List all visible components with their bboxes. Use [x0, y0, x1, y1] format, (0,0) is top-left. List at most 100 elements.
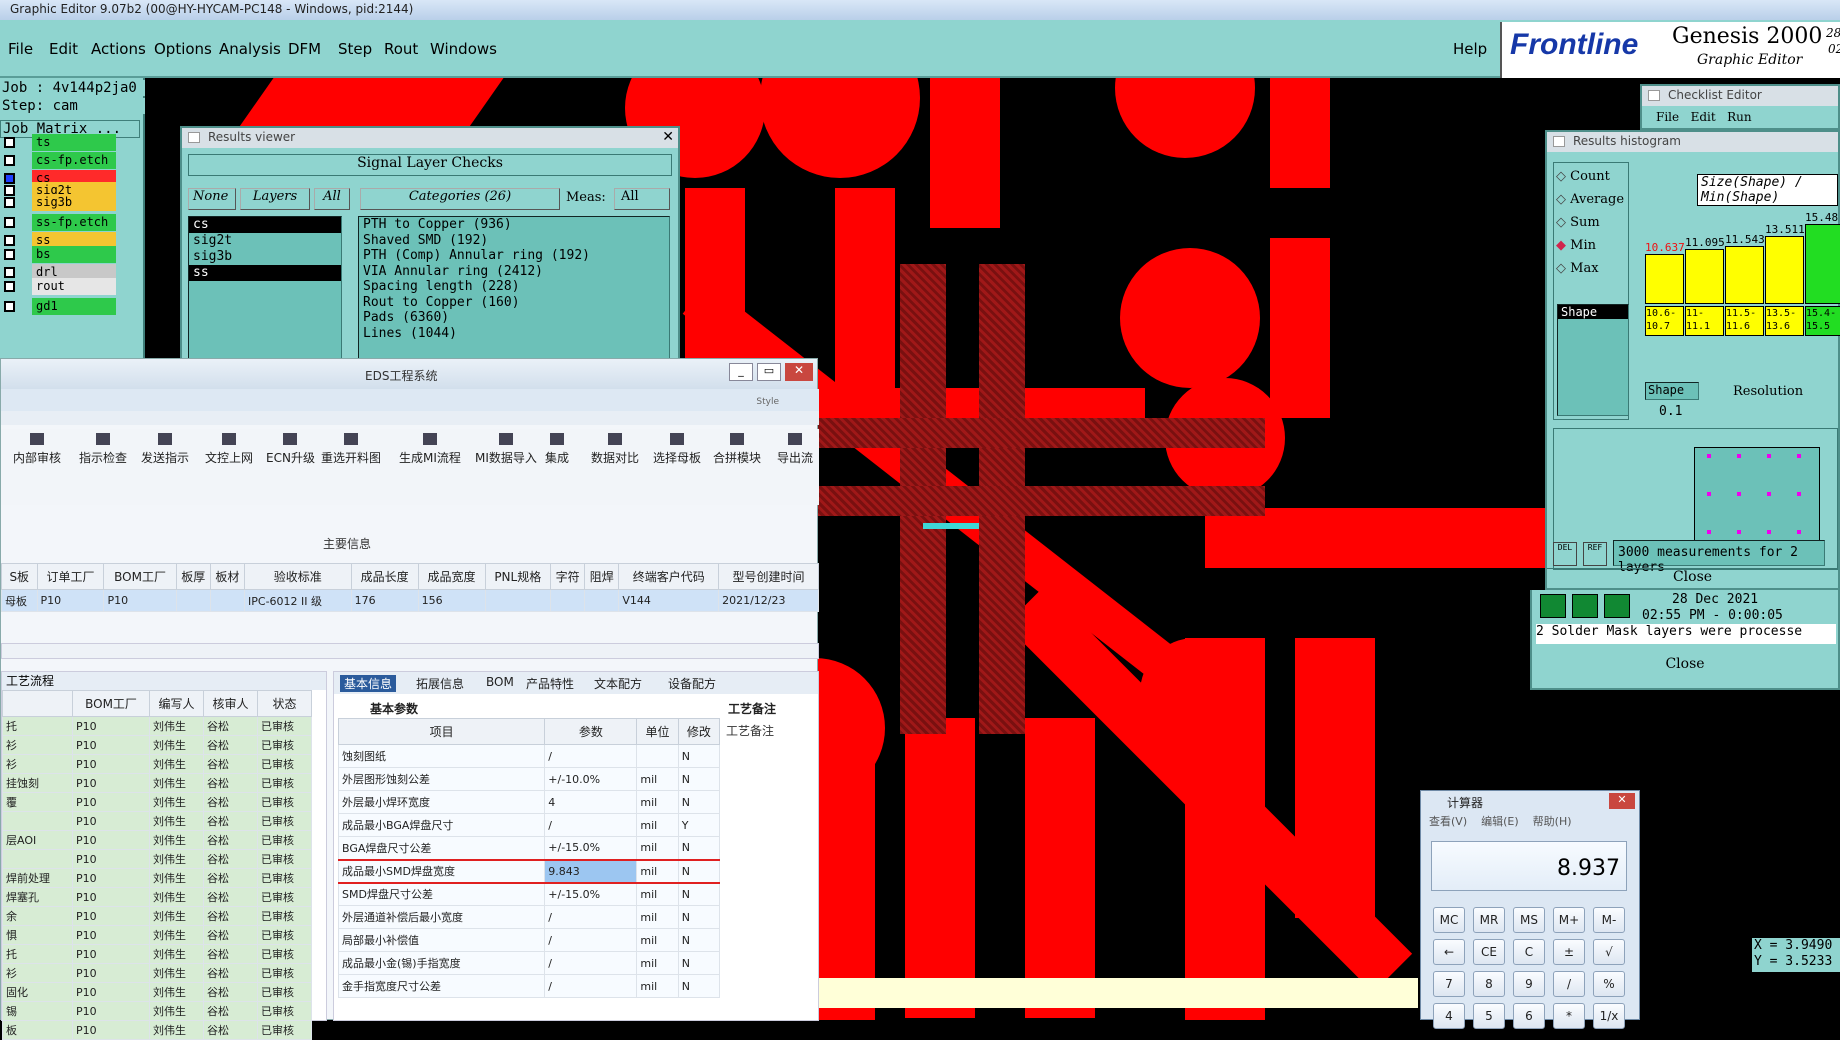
detail-tab[interactable]: BOM: [482, 675, 518, 689]
histogram-close-button[interactable]: Close: [1547, 568, 1838, 588]
none-button[interactable]: None: [188, 188, 236, 210]
checklist-menu-run[interactable]: Run: [1727, 110, 1752, 124]
shape-list[interactable]: Shape: [1557, 304, 1629, 416]
category-item[interactable]: Shaved SMD (192): [363, 233, 669, 249]
param-row[interactable]: SMD焊盘尺寸公差 +/-15.0% mil N: [337, 882, 721, 906]
toolbar-button[interactable]: ECN升级: [266, 433, 315, 466]
category-item[interactable]: VIA Annular ring (2412): [363, 264, 669, 280]
layer-item[interactable]: gd1: [4, 298, 116, 316]
radio-icon[interactable]: ◇: [1556, 215, 1570, 230]
layer-checkbox[interactable]: [4, 249, 15, 260]
flow-row[interactable]: 衫 P10 刘伟生 谷松 已审核: [2, 754, 312, 774]
flow-row[interactable]: 锡 P10 刘伟生 谷松 已审核: [2, 1001, 312, 1021]
category-item[interactable]: PTH to Copper (936): [363, 217, 669, 233]
calc-key[interactable]: 7: [1433, 971, 1465, 997]
remark-tab[interactable]: 工艺备注: [728, 700, 776, 717]
layer-checkbox[interactable]: [4, 155, 15, 166]
table-cell[interactable]: +/-15.0%: [544, 836, 638, 860]
close-icon[interactable]: ✕: [785, 363, 813, 381]
calc-key[interactable]: 9: [1513, 971, 1545, 997]
toolbar-button[interactable]: 文控上网: [205, 433, 253, 466]
flow-row[interactable]: 托 P10 刘伟生 谷松 已审核: [2, 716, 312, 736]
flow-tab[interactable]: 工艺流程: [2, 672, 326, 690]
layer-row[interactable]: sig2t: [189, 233, 341, 249]
layer-row[interactable]: sig3b: [189, 249, 341, 265]
layers-listbox[interactable]: cs sig2t sig3b ss: [188, 216, 342, 366]
param-row[interactable]: BGA焊盘尺寸公差 +/-15.0% mil N: [337, 836, 721, 860]
category-item[interactable]: Rout to Copper (160): [363, 295, 669, 311]
layer-checkbox[interactable]: [4, 267, 15, 278]
del-button[interactable]: DEL: [1553, 542, 1577, 566]
calc-key[interactable]: M-: [1593, 907, 1625, 933]
toolbar-button[interactable]: 指示检查: [79, 433, 127, 466]
layer-checkbox[interactable]: [4, 217, 15, 228]
maximize-icon[interactable]: ▭: [757, 363, 781, 381]
category-item[interactable]: Pads (6360): [363, 310, 669, 326]
checklist-menu-file[interactable]: File: [1656, 110, 1679, 124]
calc-key[interactable]: ←: [1433, 939, 1465, 965]
radio-icon[interactable]: ◇: [1556, 192, 1570, 207]
calc-key[interactable]: 4: [1433, 1003, 1465, 1029]
flow-row[interactable]: 衫 P10 刘伟生 谷松 已审核: [2, 963, 312, 983]
toolbar-button[interactable]: 生成MI流程: [399, 433, 461, 466]
column-header[interactable]: 单位: [636, 718, 679, 745]
menu-windows[interactable]: Windows: [430, 40, 497, 58]
calc-key[interactable]: MR: [1473, 907, 1505, 933]
layer-checkbox[interactable]: [4, 235, 15, 246]
calc-key[interactable]: 1/x: [1593, 1003, 1625, 1029]
menu-analysis[interactable]: Analysis: [219, 40, 281, 58]
layer-checkbox[interactable]: [4, 281, 15, 292]
histogram-option[interactable]: ◇ Sum: [1556, 215, 1600, 230]
calc-key[interactable]: MC: [1433, 907, 1465, 933]
toolbar-button[interactable]: 数据对比: [591, 433, 639, 466]
table-cell[interactable]: 4: [544, 790, 638, 814]
flow-row[interactable]: 焊塞孔 P10 刘伟生 谷松 已审核: [2, 887, 312, 907]
detail-tab[interactable]: 拓展信息: [412, 675, 468, 692]
column-header[interactable]: 核审人: [203, 690, 259, 717]
ref-button[interactable]: REF: [1583, 542, 1607, 566]
flow-row[interactable]: 固化 P10 刘伟生 谷松 已审核: [2, 982, 312, 1002]
all-button[interactable]: All: [314, 188, 350, 210]
menu-file[interactable]: File: [8, 40, 33, 58]
param-row[interactable]: 外层图形蚀刻公差 +/-10.0% mil N: [337, 767, 721, 791]
toolbar-button[interactable]: 集成: [545, 433, 569, 466]
param-row[interactable]: 成品最小金(锡)手指宽度 / mil N: [337, 951, 721, 975]
close-icon[interactable]: ✕: [662, 129, 674, 145]
menu-actions[interactable]: Actions: [91, 40, 146, 58]
column-header[interactable]: S板: [1, 563, 38, 590]
column-header[interactable]: 项目: [337, 718, 546, 745]
categories-button[interactable]: Categories (26): [360, 188, 560, 210]
menu-rout[interactable]: Rout: [384, 40, 418, 58]
table-cell[interactable]: /: [544, 744, 638, 768]
param-row[interactable]: 金手指宽度尺寸公差 / mil N: [337, 974, 721, 998]
layer-checkbox[interactable]: [4, 197, 15, 208]
table-cell[interactable]: +/-10.0%: [544, 767, 638, 791]
menu-edit[interactable]: Edit: [49, 40, 78, 58]
detail-tab[interactable]: 设备配方: [664, 675, 720, 692]
histogram-option[interactable]: ◇ Count: [1556, 169, 1610, 184]
calc-key[interactable]: √: [1593, 939, 1625, 965]
table-cell[interactable]: /: [544, 951, 638, 975]
calc-key[interactable]: MS: [1513, 907, 1545, 933]
table-row[interactable]: 母板 P10 P10 IPC-6012 II 级 176 156 V144 2021/12/2…: [1, 589, 819, 612]
calc-key[interactable]: ±: [1553, 939, 1585, 965]
run-icon[interactable]: [1572, 594, 1598, 618]
menu-dfm[interactable]: DFM: [288, 40, 321, 58]
column-header[interactable]: BOM工厂: [103, 563, 177, 590]
layer-item[interactable]: bs: [4, 246, 116, 264]
flow-row[interactable]: P10 刘伟生 谷松 已审核: [2, 811, 312, 831]
column-header[interactable]: 状态: [257, 690, 312, 717]
calc-key[interactable]: CE: [1473, 939, 1505, 965]
flow-row[interactable]: 板 P10 刘伟生 谷松 已审核: [2, 1020, 312, 1040]
flow-row[interactable]: 惧 P10 刘伟生 谷松 已审核: [2, 925, 312, 945]
layer-row[interactable]: cs: [189, 217, 341, 233]
shape-row[interactable]: Shape: [1558, 305, 1628, 319]
toolbar-button[interactable]: 导出流: [777, 433, 813, 466]
categories-listbox[interactable]: PTH to Copper (936) Shaved SMD (192) PTH (…: [358, 216, 670, 366]
calc-key[interactable]: 6: [1513, 1003, 1545, 1029]
calc-menu-item[interactable]: 查看(V): [1429, 815, 1467, 828]
meas-select[interactable]: All: [614, 188, 670, 210]
column-header[interactable]: 型号创建时间: [718, 563, 819, 590]
layer-row[interactable]: ss: [189, 265, 341, 281]
column-header[interactable]: 修改: [677, 718, 721, 745]
